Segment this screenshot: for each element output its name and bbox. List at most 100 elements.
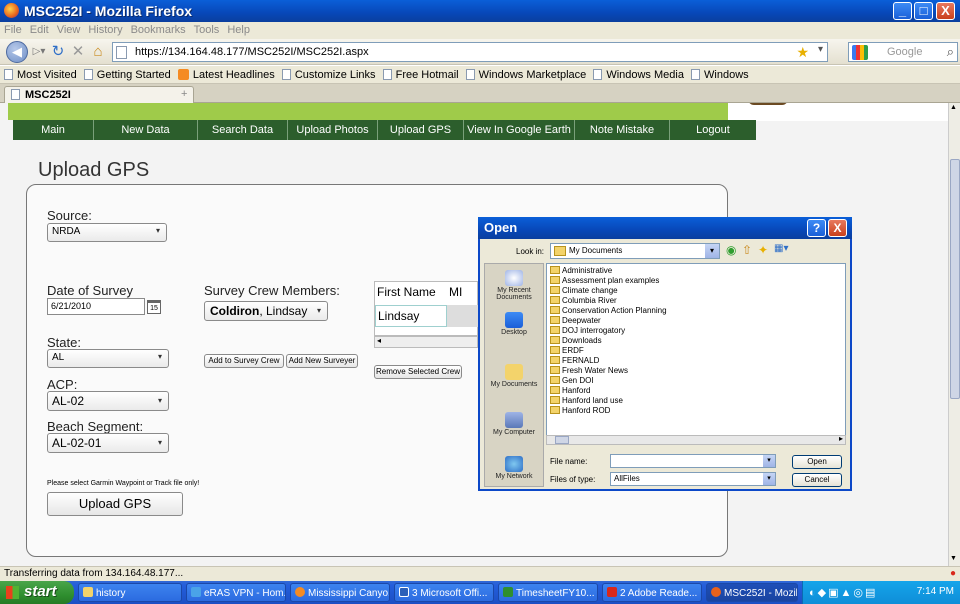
nav-logout[interactable]: Logout [670,120,756,140]
search-icon[interactable]: ⌕ [947,44,954,60]
place-desktop[interactable]: Desktop [485,312,543,336]
scroll-up-icon[interactable]: ▲ [950,104,957,111]
menu-bookmarks[interactable]: Bookmarks [127,22,190,36]
task-firefox-msc252i[interactable]: MSC252I - Mozill... [706,583,798,602]
list-item[interactable]: Hanford land use [550,396,623,405]
back-icon[interactable]: ◉ [726,243,736,257]
url-bar[interactable]: https://134.164.48.177/MSC252I/MSC252I.a… [112,42,828,62]
list-item[interactable]: Downloads [550,336,602,345]
file-list-scrollbar[interactable]: ▸ [546,434,846,445]
scroll-thumb[interactable] [950,159,960,399]
scroll-thumb[interactable] [555,436,569,444]
list-item[interactable]: Fresh Water News [550,366,628,375]
new-tab-button[interactable]: + [181,88,187,100]
list-item[interactable]: DOJ interrogatory [550,326,625,335]
open-button[interactable]: Open [792,455,842,469]
scroll-down-icon[interactable]: ▼ [950,555,957,562]
menu-view[interactable]: View [53,22,85,36]
survey-crew-select[interactable]: Coldiron, Lindsay ▾ [204,301,328,321]
menu-history[interactable]: History [84,22,126,36]
place-my-recent-documents[interactable]: My Recent Documents [485,270,543,301]
menu-edit[interactable]: Edit [26,22,53,36]
list-item[interactable]: ERDF [550,346,584,355]
bookmark-windows-marketplace[interactable]: Windows Marketplace [465,66,586,83]
list-item[interactable]: Hanford [550,386,590,395]
place-my-documents[interactable]: My Documents [485,364,543,388]
nav-note-mistake[interactable]: Note Mistake [575,120,670,140]
tray-icons[interactable]: ◐◆▣▲◎▤ [809,586,877,599]
url-dropdown-icon[interactable]: ▾ [818,44,823,55]
reload-icon[interactable]: ↻ [48,41,68,63]
list-item[interactable]: FERNALD [550,356,599,365]
place-my-computer[interactable]: My Computer [485,412,543,436]
forward-button[interactable]: ▷▾ [29,41,49,63]
list-item[interactable]: Deepwater [550,316,601,325]
place-my-network[interactable]: My Network [485,456,543,480]
nav-view-in-google-earth[interactable]: View In Google Earth [464,120,575,140]
start-button[interactable]: start [0,581,74,604]
dialog-close-button[interactable]: X [828,219,847,237]
nav-new-data[interactable]: New Data [94,120,198,140]
home-icon[interactable]: ⌂ [88,41,108,63]
look-in-select[interactable]: My Documents ▾ [550,243,720,259]
date-of-survey-input[interactable]: 6/21/2010 [47,298,145,315]
crew-table-scrollbar[interactable]: ◂ [374,336,478,348]
bookmark-getting-started[interactable]: Getting Started [83,66,171,83]
cancel-button[interactable]: Cancel [792,473,842,487]
close-button[interactable]: X [936,2,955,20]
nav-upload-gps[interactable]: Upload GPS [378,120,464,140]
table-row[interactable]: Lindsay [375,305,447,327]
stop-icon[interactable]: ✕ [68,41,88,63]
search-bar[interactable]: Google ⌕ [848,42,958,62]
acp-select[interactable]: AL-02 ▾ [47,391,169,411]
bookmark-star-icon[interactable]: ★ [796,44,809,61]
view-menu-icon[interactable]: ▦▾ [774,243,788,254]
task-timesheet[interactable]: TimesheetFY10... [498,583,598,602]
list-item[interactable]: Gen DOI [550,376,594,385]
maximize-button[interactable]: □ [914,2,933,20]
file-name-input[interactable]: ▾ [610,454,776,468]
files-of-type-select[interactable]: AllFiles ▾ [610,472,776,486]
nav-upload-photos[interactable]: Upload Photos [288,120,378,140]
task-eras-vpn[interactable]: eRAS VPN - Hom... [186,583,286,602]
bookmark-most-visited[interactable]: Most Visited [4,66,77,83]
bookmark-latest-headlines[interactable]: Latest Headlines [177,66,275,83]
tab-msc252i[interactable]: MSC252I + [4,86,194,103]
remove-selected-crew-button[interactable]: Remove Selected Crew [374,365,462,379]
task-mississippi-canyon[interactable]: Mississippi Canyo... [290,583,390,602]
state-select[interactable]: AL ▾ [47,349,169,368]
bookmark-customize-links[interactable]: Customize Links [281,66,376,83]
nav-search-data[interactable]: Search Data [198,120,288,140]
dialog-help-button[interactable]: ? [807,219,826,237]
list-item[interactable]: Columbia River [550,296,617,305]
list-item[interactable]: Assessment plan examples [550,276,659,285]
minimize-button[interactable]: _ [893,2,912,20]
list-item[interactable]: Climate change [550,286,618,295]
beach-segment-select[interactable]: AL-02-01 ▾ [47,433,169,453]
calendar-icon[interactable]: 15 [147,300,161,314]
menu-file[interactable]: File [0,22,26,36]
nav-main[interactable]: Main [13,120,94,140]
page-scrollbar[interactable]: ▲ ▼ [948,103,960,566]
task-adobe-reader[interactable]: 2 Adobe Reade... [602,583,702,602]
task-history[interactable]: history [78,583,182,602]
add-new-surveyer-button[interactable]: Add New Surveyer [286,354,358,368]
bookmark-free-hotmail[interactable]: Free Hotmail [382,66,459,83]
scroll-right-icon[interactable]: ▸ [839,434,843,443]
add-to-survey-crew-button[interactable]: Add to Survey Crew [204,354,284,368]
up-folder-icon[interactable]: ⇧ [742,243,752,257]
task-microsoft-office[interactable]: 3 Microsoft Offi... [394,583,494,602]
google-icon[interactable] [852,45,868,60]
bookmark-windows-media[interactable]: Windows Media [593,66,684,83]
source-select[interactable]: NRDA ▾ [47,223,167,242]
new-folder-icon[interactable]: ✦ [758,243,768,257]
back-button[interactable]: ◀ [6,41,28,63]
menu-tools[interactable]: Tools [190,22,224,36]
list-item[interactable]: Administrative [550,266,612,275]
list-item[interactable]: Hanford ROD [550,406,610,415]
bookmark-windows[interactable]: Windows [691,66,749,83]
upload-gps-button[interactable]: Upload GPS [47,492,183,516]
menu-help[interactable]: Help [223,22,254,36]
scroll-left-icon[interactable]: ◂ [377,336,381,345]
list-item[interactable]: Conservation Action Planning [550,306,667,315]
